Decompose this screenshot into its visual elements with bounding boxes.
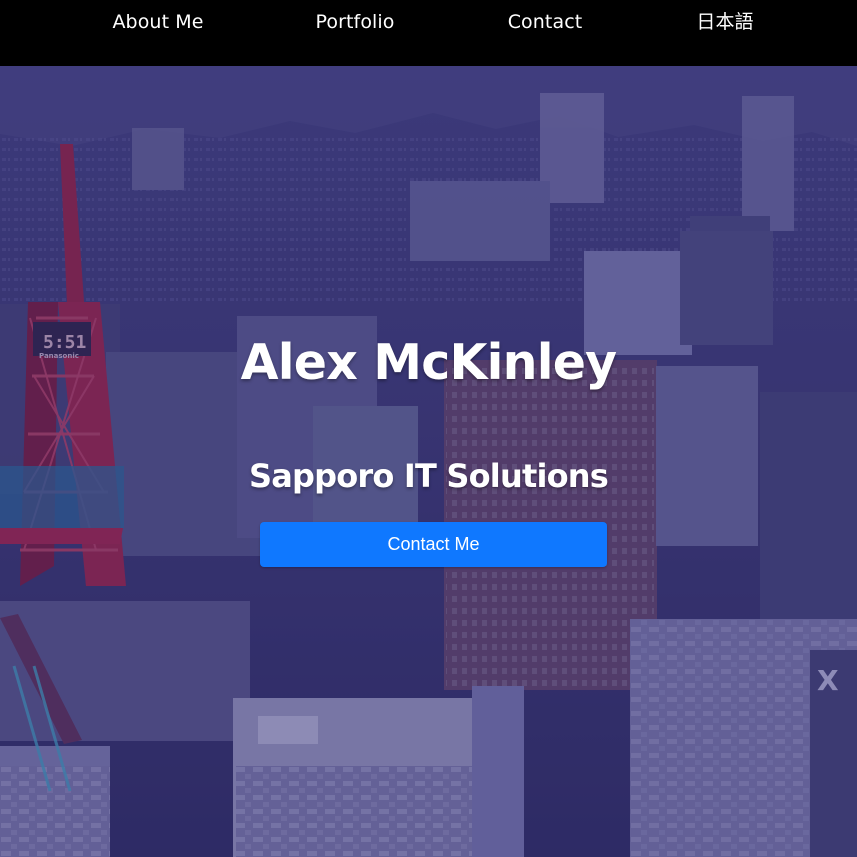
- portfolio-home-page: About Me Portfolio Contact 日本語 X 5:51 Pa…: [0, 0, 857, 857]
- nav-link-japanese[interactable]: 日本語: [696, 9, 753, 36]
- top-navigation: About Me Portfolio Contact 日本語: [0, 0, 857, 66]
- contact-me-button[interactable]: Contact Me: [260, 522, 607, 567]
- hero-company-name: Sapporo IT Solutions: [248, 457, 609, 495]
- nav-link-portfolio[interactable]: Portfolio: [315, 9, 394, 36]
- hero-content: Alex McKinley Sapporo IT Solutions Conta…: [0, 66, 857, 857]
- nav-link-about-me[interactable]: About Me: [112, 9, 203, 36]
- nav-link-contact[interactable]: Contact: [508, 9, 583, 36]
- hero-section: X 5:51 Panasonic Alex McKinley Sapporo I…: [0, 66, 857, 857]
- hero-name: Alex McKinley: [240, 334, 617, 391]
